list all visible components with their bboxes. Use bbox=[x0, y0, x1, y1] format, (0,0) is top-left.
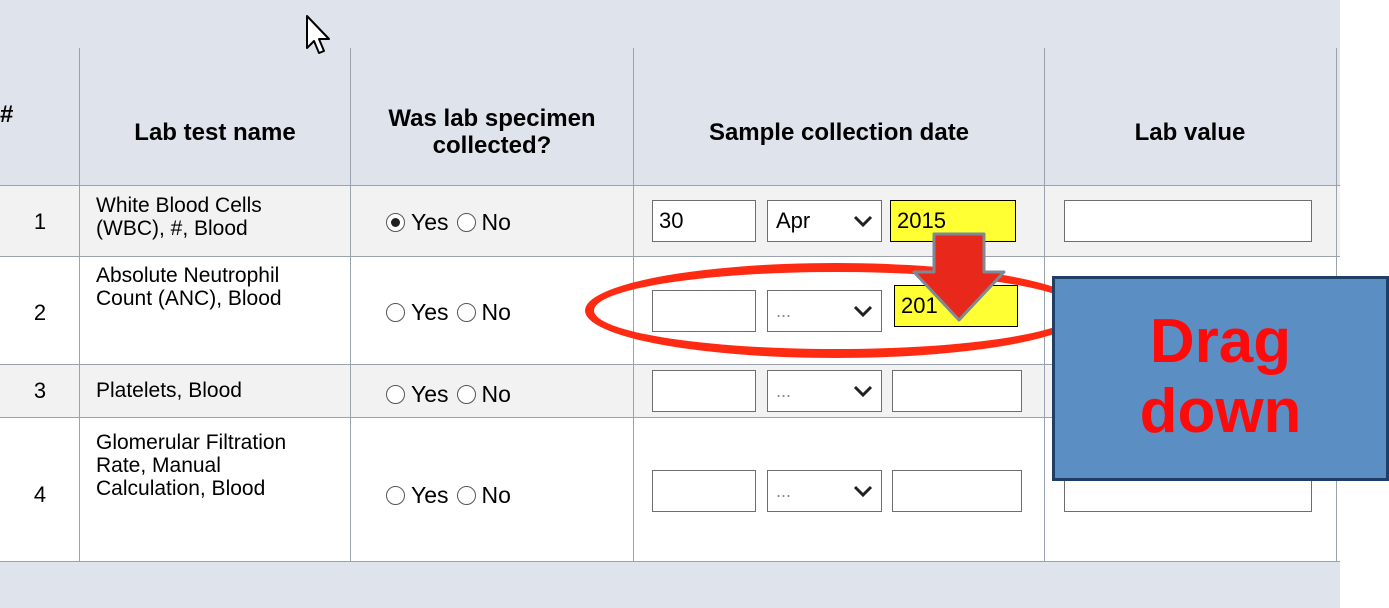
collected-yes-radio[interactable] bbox=[386, 213, 405, 232]
no-label: No bbox=[481, 381, 511, 407]
lab-value-input[interactable] bbox=[1064, 200, 1312, 242]
no-label: No bbox=[481, 482, 511, 508]
month-select-value: Apr bbox=[776, 208, 811, 233]
collected-radio-group: Yes No bbox=[386, 381, 519, 408]
row-number: 4 bbox=[33, 482, 47, 507]
col-divider bbox=[350, 48, 351, 562]
row-divider bbox=[0, 256, 1340, 257]
collected-no-radio[interactable] bbox=[456, 213, 476, 232]
header-row-bg bbox=[0, 0, 1340, 186]
year-input[interactable] bbox=[892, 370, 1022, 412]
chevron-down-icon bbox=[853, 485, 873, 498]
year-input[interactable] bbox=[892, 470, 1022, 512]
lab-test-name: Glomerular Filtration Rate, Manual Calcu… bbox=[96, 431, 287, 500]
row-number: 2 bbox=[33, 300, 47, 325]
month-select[interactable]: ... bbox=[767, 470, 882, 512]
chevron-down-icon bbox=[853, 385, 873, 398]
month-select-value: ... bbox=[776, 380, 792, 401]
collected-radio-group: Yes No bbox=[386, 299, 519, 326]
collected-no-radio[interactable] bbox=[456, 303, 476, 322]
day-input[interactable] bbox=[652, 370, 756, 412]
lab-test-name: Absolute Neutrophil Count (ANC), Blood bbox=[96, 264, 282, 310]
arrow-down-icon bbox=[912, 232, 1006, 322]
collected-yes-radio[interactable] bbox=[386, 486, 405, 505]
header-date: Sample collection date bbox=[708, 119, 970, 146]
highlight-oval bbox=[585, 263, 1087, 358]
chevron-down-icon bbox=[853, 215, 873, 228]
month-select-value: ... bbox=[776, 480, 792, 501]
collected-radio-group: Yes No bbox=[386, 482, 519, 509]
month-select[interactable]: Apr bbox=[767, 200, 882, 242]
header-divider bbox=[0, 185, 1340, 186]
month-select[interactable]: ... bbox=[767, 370, 882, 412]
collected-no-radio[interactable] bbox=[456, 486, 476, 505]
collected-yes-radio[interactable] bbox=[386, 303, 405, 322]
yes-label: Yes bbox=[411, 299, 449, 325]
lab-test-name: Platelets, Blood bbox=[96, 379, 242, 402]
table-bottom-border bbox=[0, 561, 1340, 562]
day-input[interactable] bbox=[652, 470, 756, 512]
yes-label: Yes bbox=[411, 482, 449, 508]
no-label: No bbox=[481, 209, 511, 235]
callout-text-line-1: Drag bbox=[1149, 307, 1292, 376]
row-number: 1 bbox=[33, 209, 47, 234]
header-collected: Was lab specimen collected? bbox=[388, 105, 596, 159]
collected-no-radio[interactable] bbox=[456, 385, 476, 404]
header-num: # bbox=[0, 101, 14, 128]
header-lab-value: Lab value bbox=[1134, 119, 1246, 146]
yes-label: Yes bbox=[411, 209, 449, 235]
mouse-cursor-icon bbox=[306, 15, 330, 54]
day-input[interactable]: 30 bbox=[652, 200, 756, 242]
drag-down-callout: Drag down bbox=[1052, 276, 1389, 481]
collected-yes-radio[interactable] bbox=[386, 385, 405, 404]
yes-label: Yes bbox=[411, 381, 449, 407]
callout-text-line-2: down bbox=[1139, 377, 1302, 446]
row-number: 3 bbox=[33, 378, 47, 403]
header-test-name: Lab test name bbox=[134, 119, 296, 146]
collected-radio-group: Yes No bbox=[386, 209, 519, 236]
no-label: No bbox=[481, 299, 511, 325]
lab-test-name: White Blood Cells (WBC), #, Blood bbox=[96, 194, 262, 240]
